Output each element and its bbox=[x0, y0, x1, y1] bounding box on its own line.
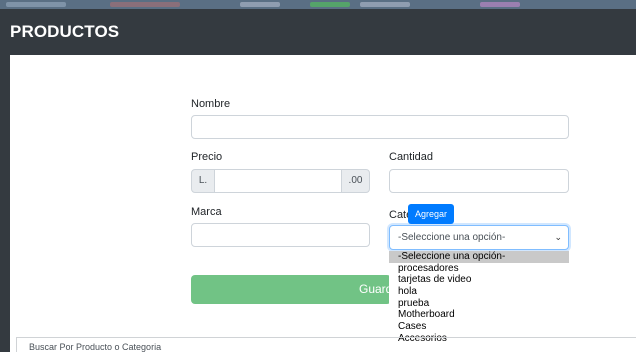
precio-suffix: .00 bbox=[341, 169, 370, 193]
nombre-input[interactable] bbox=[191, 115, 569, 139]
browser-bookmarks-strip bbox=[0, 0, 636, 9]
save-button[interactable]: Guard bbox=[191, 275, 391, 304]
agregar-button[interactable]: Agregar bbox=[408, 204, 454, 224]
categoria-select[interactable]: -Seleccione una opción- ⌄ bbox=[389, 225, 569, 250]
dropdown-option[interactable]: -Seleccione una opción- bbox=[389, 251, 569, 263]
nombre-label: Nombre bbox=[191, 98, 231, 110]
dropdown-option[interactable]: prueba bbox=[389, 298, 569, 310]
cantidad-input[interactable] bbox=[389, 169, 569, 193]
page-title: PRODUCTOS bbox=[10, 22, 120, 41]
save-button-label: Guard bbox=[359, 282, 391, 296]
precio-label: Precio bbox=[191, 151, 223, 163]
dropdown-option[interactable]: tarjetas de video bbox=[389, 274, 569, 286]
dropdown-option[interactable]: procesadores bbox=[389, 263, 569, 275]
dropdown-option[interactable]: hola bbox=[389, 286, 569, 298]
search-input[interactable]: Buscar Por Producto o Categoria bbox=[16, 337, 636, 352]
page-header: PRODUCTOS bbox=[0, 9, 636, 55]
left-sidebar-edge bbox=[0, 55, 10, 352]
precio-prefix: L. bbox=[191, 169, 215, 193]
marca-label: Marca bbox=[191, 206, 222, 218]
dropdown-option[interactable]: Cases bbox=[389, 321, 569, 333]
dropdown-option[interactable]: Motherboard bbox=[389, 309, 569, 321]
cantidad-label: Cantidad bbox=[389, 151, 434, 163]
chevron-down-icon: ⌄ bbox=[554, 232, 562, 242]
marca-input[interactable] bbox=[191, 223, 370, 247]
precio-input[interactable] bbox=[214, 169, 342, 193]
categoria-select-value: -Seleccione una opción- bbox=[398, 232, 506, 243]
